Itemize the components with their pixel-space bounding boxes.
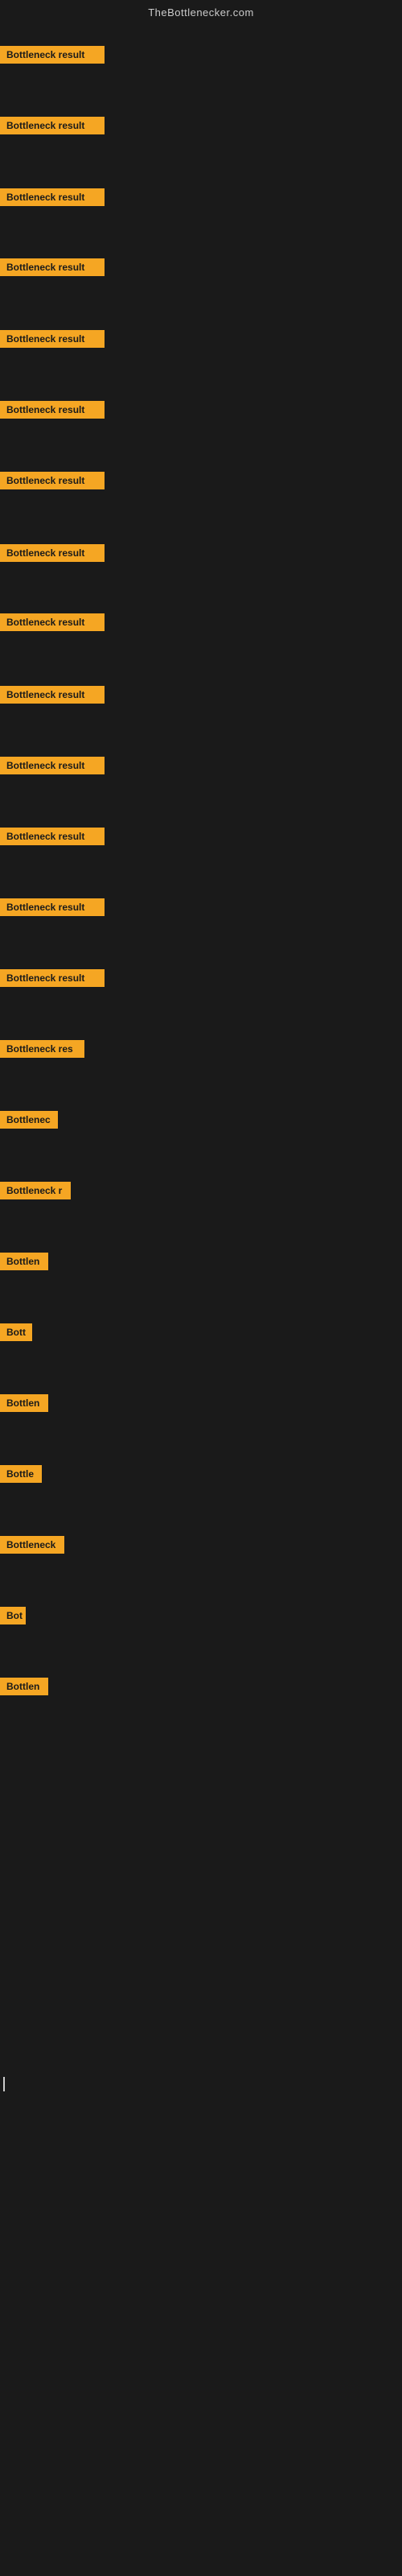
bottleneck-result-item[interactable]: Bottleneck result	[0, 757, 105, 774]
bottleneck-result-item[interactable]: Bottlen	[0, 1678, 48, 1695]
bottleneck-result-item[interactable]: Bott	[0, 1323, 32, 1341]
bottleneck-result-item[interactable]: Bottleneck result	[0, 258, 105, 276]
bottleneck-result-item[interactable]: Bottleneck res	[0, 1040, 84, 1058]
bottleneck-result-item[interactable]: Bottle	[0, 1465, 42, 1483]
bottleneck-result-item[interactable]: Bottleneck result	[0, 969, 105, 987]
bottleneck-result-item[interactable]: Bottlenec	[0, 1111, 58, 1129]
site-header: TheBottlenecker.com	[0, 0, 402, 22]
bottleneck-result-item[interactable]: Bottleneck result	[0, 401, 105, 419]
site-title: TheBottlenecker.com	[148, 6, 254, 19]
bottleneck-result-item[interactable]: Bottleneck	[0, 1536, 64, 1554]
bottleneck-result-item[interactable]: Bottleneck result	[0, 828, 105, 845]
bottleneck-result-item[interactable]: Bottleneck result	[0, 544, 105, 562]
bottleneck-result-item[interactable]: Bottleneck result	[0, 330, 105, 348]
bottleneck-result-item[interactable]: Bottleneck result	[0, 117, 105, 134]
bottleneck-result-item[interactable]: Bottleneck result	[0, 686, 105, 704]
bottleneck-result-item[interactable]: Bottleneck result	[0, 472, 105, 489]
bottleneck-result-item[interactable]: Bottleneck result	[0, 46, 105, 64]
bottleneck-result-item[interactable]: Bottleneck result	[0, 188, 105, 206]
cursor-line	[3, 2077, 5, 2091]
bottleneck-result-item[interactable]: Bottlen	[0, 1253, 48, 1270]
bottleneck-result-item[interactable]: Bot	[0, 1607, 26, 1624]
bottleneck-result-item[interactable]: Bottleneck r	[0, 1182, 71, 1199]
bottleneck-result-item[interactable]: Bottleneck result	[0, 613, 105, 631]
bottleneck-result-item[interactable]: Bottlen	[0, 1394, 48, 1412]
bottleneck-result-item[interactable]: Bottleneck result	[0, 898, 105, 916]
